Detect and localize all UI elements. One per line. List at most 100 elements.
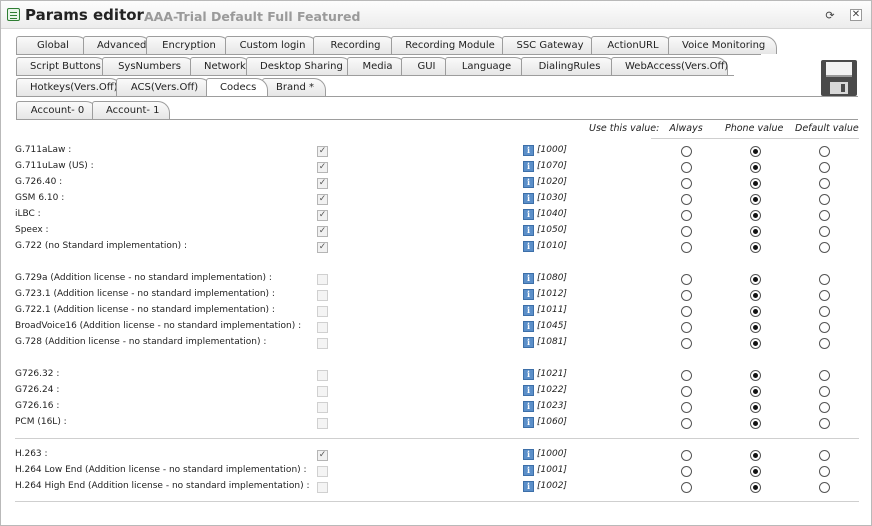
phone-radio[interactable] bbox=[750, 162, 761, 173]
default-radio[interactable] bbox=[819, 178, 830, 189]
info-icon[interactable]: i bbox=[523, 273, 534, 284]
tab-gui[interactable]: GUI bbox=[401, 57, 451, 75]
phone-radio[interactable] bbox=[750, 290, 761, 301]
phone-radio[interactable] bbox=[750, 386, 761, 397]
tab-brand[interactable]: Brand * bbox=[262, 78, 326, 96]
tab-custom-login[interactable]: Custom login bbox=[225, 36, 319, 54]
info-icon[interactable]: i bbox=[523, 193, 534, 204]
default-radio[interactable] bbox=[819, 418, 830, 429]
codec-enabled-checkbox[interactable] bbox=[317, 402, 328, 413]
info-icon[interactable]: i bbox=[523, 209, 534, 220]
tab-recording-module[interactable]: Recording Module bbox=[391, 36, 508, 54]
codec-enabled-checkbox[interactable]: ✓ bbox=[317, 242, 328, 253]
phone-radio[interactable] bbox=[750, 338, 761, 349]
phone-radio[interactable] bbox=[750, 402, 761, 413]
default-radio[interactable] bbox=[819, 370, 830, 381]
codec-enabled-checkbox[interactable] bbox=[317, 386, 328, 397]
always-radio[interactable] bbox=[681, 306, 692, 317]
tab-recording[interactable]: Recording bbox=[313, 36, 397, 54]
codec-enabled-checkbox[interactable]: ✓ bbox=[317, 450, 328, 461]
phone-radio[interactable] bbox=[750, 242, 761, 253]
phone-radio[interactable] bbox=[750, 146, 761, 157]
always-radio[interactable] bbox=[681, 450, 692, 461]
phone-radio[interactable] bbox=[750, 194, 761, 205]
info-icon[interactable]: i bbox=[523, 321, 534, 332]
info-icon[interactable]: i bbox=[523, 305, 534, 316]
tab-webaccess-vers-off[interactable]: WebAccess(Vers.Off) bbox=[611, 57, 728, 75]
always-radio[interactable] bbox=[681, 146, 692, 157]
tab-acs-vers-off[interactable]: ACS(Vers.Off) bbox=[116, 78, 212, 96]
account-tab-account-0[interactable]: Account- 0 bbox=[16, 101, 98, 119]
codec-enabled-checkbox[interactable]: ✓ bbox=[317, 178, 328, 189]
always-radio[interactable] bbox=[681, 178, 692, 189]
default-radio[interactable] bbox=[819, 194, 830, 205]
always-radio[interactable] bbox=[681, 210, 692, 221]
always-radio[interactable] bbox=[681, 466, 692, 477]
phone-radio[interactable] bbox=[750, 418, 761, 429]
tab-dialingrules[interactable]: DialingRules bbox=[521, 57, 617, 75]
phone-radio[interactable] bbox=[750, 210, 761, 221]
default-radio[interactable] bbox=[819, 322, 830, 333]
default-radio[interactable] bbox=[819, 242, 830, 253]
codec-enabled-checkbox[interactable]: ✓ bbox=[317, 194, 328, 205]
close-icon[interactable]: ✕ bbox=[850, 9, 862, 21]
always-radio[interactable] bbox=[681, 418, 692, 429]
phone-radio[interactable] bbox=[750, 370, 761, 381]
tab-network[interactable]: Network bbox=[190, 57, 252, 75]
always-radio[interactable] bbox=[681, 370, 692, 381]
info-icon[interactable]: i bbox=[523, 337, 534, 348]
always-radio[interactable] bbox=[681, 226, 692, 237]
default-radio[interactable] bbox=[819, 466, 830, 477]
info-icon[interactable]: i bbox=[523, 465, 534, 476]
tab-advanced[interactable]: Advanced bbox=[83, 36, 152, 54]
info-icon[interactable]: i bbox=[523, 449, 534, 460]
phone-radio[interactable] bbox=[750, 306, 761, 317]
codec-enabled-checkbox[interactable] bbox=[317, 274, 328, 285]
default-radio[interactable] bbox=[819, 386, 830, 397]
info-icon[interactable]: i bbox=[523, 145, 534, 156]
default-radio[interactable] bbox=[819, 210, 830, 221]
codec-enabled-checkbox[interactable] bbox=[317, 290, 328, 301]
codec-enabled-checkbox[interactable] bbox=[317, 338, 328, 349]
tab-sysnumbers[interactable]: SysNumbers bbox=[102, 57, 196, 75]
codec-enabled-checkbox[interactable] bbox=[317, 418, 328, 429]
always-radio[interactable] bbox=[681, 482, 692, 493]
account-tab-account-1[interactable]: Account- 1 bbox=[92, 101, 170, 119]
codec-enabled-checkbox[interactable] bbox=[317, 482, 328, 493]
tab-desktop-sharing[interactable]: Desktop Sharing bbox=[246, 57, 353, 75]
refresh-icon[interactable]: ⟳ bbox=[823, 8, 837, 22]
phone-radio[interactable] bbox=[750, 482, 761, 493]
always-radio[interactable] bbox=[681, 338, 692, 349]
default-radio[interactable] bbox=[819, 146, 830, 157]
info-icon[interactable]: i bbox=[523, 177, 534, 188]
phone-radio[interactable] bbox=[750, 450, 761, 461]
default-radio[interactable] bbox=[819, 290, 830, 301]
always-radio[interactable] bbox=[681, 290, 692, 301]
default-radio[interactable] bbox=[819, 274, 830, 285]
phone-radio[interactable] bbox=[750, 322, 761, 333]
tab-language[interactable]: Language bbox=[445, 57, 527, 75]
phone-radio[interactable] bbox=[750, 466, 761, 477]
codec-enabled-checkbox[interactable] bbox=[317, 370, 328, 381]
phone-radio[interactable] bbox=[750, 274, 761, 285]
codec-enabled-checkbox[interactable] bbox=[317, 306, 328, 317]
tab-hotkeys-vers-off[interactable]: Hotkeys(Vers.Off) bbox=[16, 78, 122, 96]
tab-global[interactable]: Global bbox=[16, 36, 89, 54]
phone-radio[interactable] bbox=[750, 226, 761, 237]
info-icon[interactable]: i bbox=[523, 225, 534, 236]
default-radio[interactable] bbox=[819, 162, 830, 173]
always-radio[interactable] bbox=[681, 322, 692, 333]
info-icon[interactable]: i bbox=[523, 385, 534, 396]
phone-radio[interactable] bbox=[750, 178, 761, 189]
tab-script-buttons[interactable]: Script Buttons bbox=[16, 57, 108, 75]
tab-ssc-gateway[interactable]: SSC Gateway bbox=[502, 36, 597, 54]
codec-enabled-checkbox[interactable] bbox=[317, 322, 328, 333]
codec-enabled-checkbox[interactable]: ✓ bbox=[317, 226, 328, 237]
always-radio[interactable] bbox=[681, 274, 692, 285]
default-radio[interactable] bbox=[819, 306, 830, 317]
tab-actionurl[interactable]: ActionURL bbox=[591, 36, 674, 54]
tab-encryption[interactable]: Encryption bbox=[146, 36, 231, 54]
codec-enabled-checkbox[interactable]: ✓ bbox=[317, 146, 328, 157]
default-radio[interactable] bbox=[819, 450, 830, 461]
info-icon[interactable]: i bbox=[523, 481, 534, 492]
